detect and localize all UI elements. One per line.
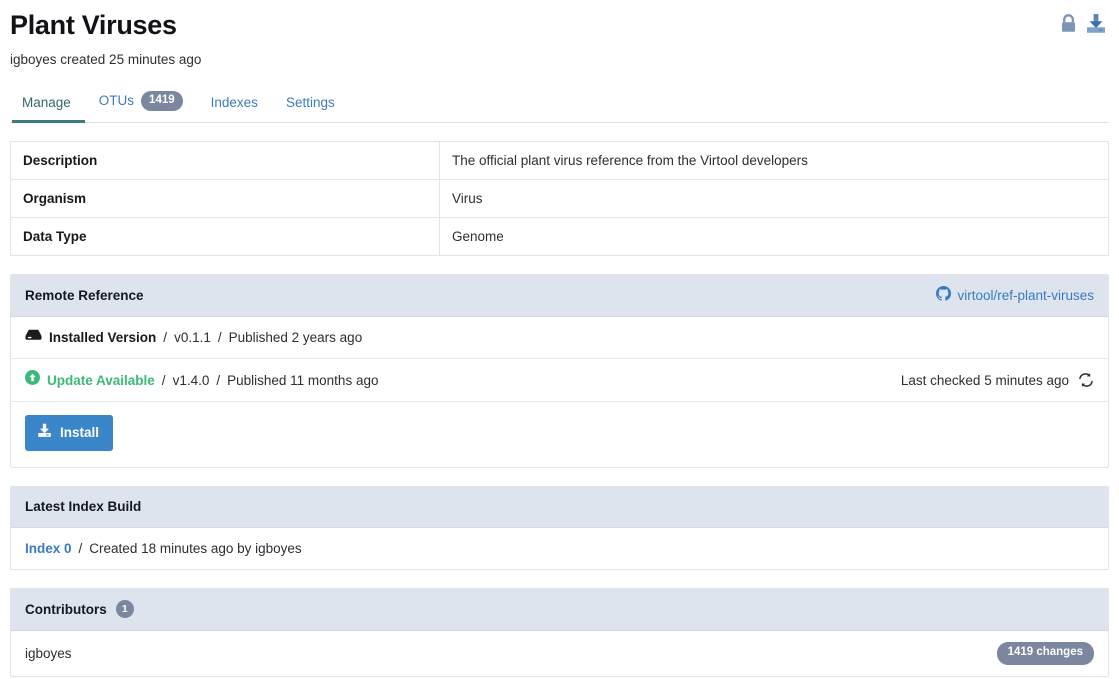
header-actions xyxy=(1060,13,1107,34)
contributors-title-wrap: Contributors 1 xyxy=(25,600,134,618)
tab-otus[interactable]: OTUs 1419 xyxy=(85,91,197,123)
tab-otus-label: OTUs xyxy=(99,93,134,109)
tab-settings-label: Settings xyxy=(286,95,335,111)
refresh-icon[interactable] xyxy=(1078,372,1094,388)
installed-separator-2: / xyxy=(218,328,222,347)
latest-index-build-header: Latest Index Build xyxy=(11,487,1108,528)
page-subtitle: igboyes created 25 minutes ago xyxy=(10,51,1109,69)
remote-reference-header: Remote Reference virtool/ref-plant-virus… xyxy=(11,275,1108,317)
info-value-data-type: Genome xyxy=(440,218,1109,256)
list-item: igboyes 1419 changes xyxy=(11,631,1108,676)
table-row: Description The official plant virus ref… xyxy=(11,142,1109,180)
installed-version-label: Installed Version xyxy=(49,328,156,347)
contributor-name: igboyes xyxy=(25,644,72,663)
tab-otus-badge: 1419 xyxy=(141,91,183,112)
install-area: Install xyxy=(11,402,1108,467)
update-published: Published 11 months ago xyxy=(227,371,378,390)
installed-version-row: Installed Version / v0.1.1 / Published 2… xyxy=(11,317,1108,359)
page-header: Plant Viruses igboyes created 25 minutes… xyxy=(10,0,1109,69)
installed-version-value: v0.1.1 xyxy=(174,328,211,347)
github-repo-link[interactable]: virtool/ref-plant-viruses xyxy=(936,286,1094,304)
reference-info-table: Description The official plant virus ref… xyxy=(10,141,1109,256)
update-separator-1: / xyxy=(162,371,166,390)
remote-reference-title: Remote Reference xyxy=(25,288,144,303)
info-key-organism: Organism xyxy=(11,180,440,218)
info-key-description: Description xyxy=(11,142,440,180)
remote-reference-card: Remote Reference virtool/ref-plant-virus… xyxy=(10,274,1109,468)
page-root: Plant Viruses igboyes created 25 minutes… xyxy=(0,0,1119,679)
index-detail: Created 18 minutes ago by igboyes xyxy=(89,539,301,558)
index-link[interactable]: Index 0 xyxy=(25,539,72,558)
latest-index-build-title: Latest Index Build xyxy=(25,499,141,514)
update-separator-2: / xyxy=(216,371,220,390)
info-key-data-type: Data Type xyxy=(11,218,440,256)
index-separator: / xyxy=(79,539,83,558)
latest-index-build-card: Latest Index Build Index 0 / Created 18 … xyxy=(10,486,1109,570)
info-value-description: The official plant virus reference from … xyxy=(440,142,1109,180)
tab-bar: Manage OTUs 1419 Indexes Settings xyxy=(10,89,1109,123)
tab-manage[interactable]: Manage xyxy=(12,95,85,122)
update-available-label: Update Available xyxy=(47,371,155,390)
contributors-title: Contributors xyxy=(25,602,107,617)
server-icon xyxy=(25,328,42,347)
github-icon xyxy=(936,286,951,304)
tab-manage-label: Manage xyxy=(22,95,71,111)
table-row: Data Type Genome xyxy=(11,218,1109,256)
tab-settings[interactable]: Settings xyxy=(272,95,349,122)
last-checked-label: Last checked 5 minutes ago xyxy=(901,371,1069,390)
latest-index-build-row: Index 0 / Created 18 minutes ago by igbo… xyxy=(11,528,1108,569)
update-available-row: Update Available / v1.4.0 / Published 11… xyxy=(11,359,1108,402)
install-button-label: Install xyxy=(60,424,99,441)
download-icon[interactable] xyxy=(1085,13,1107,34)
installed-separator-1: / xyxy=(163,328,167,347)
contributor-changes-badge: 1419 changes xyxy=(997,642,1094,665)
arrow-up-circle-icon xyxy=(25,370,40,390)
install-download-icon xyxy=(37,423,52,442)
tab-indexes[interactable]: Indexes xyxy=(197,95,272,122)
install-button[interactable]: Install xyxy=(25,415,113,451)
update-version-value: v1.4.0 xyxy=(173,371,210,390)
page-title: Plant Viruses xyxy=(10,8,1109,42)
contributors-card: Contributors 1 igboyes 1419 changes xyxy=(10,588,1109,677)
table-row: Organism Virus xyxy=(11,180,1109,218)
tab-indexes-label: Indexes xyxy=(211,95,258,111)
contributors-header: Contributors 1 xyxy=(11,589,1108,631)
contributors-count-badge: 1 xyxy=(116,600,134,618)
github-repo-label: virtool/ref-plant-viruses xyxy=(957,288,1094,303)
lock-icon[interactable] xyxy=(1060,14,1077,34)
info-value-organism: Virus xyxy=(440,180,1109,218)
installed-published: Published 2 years ago xyxy=(229,328,363,347)
